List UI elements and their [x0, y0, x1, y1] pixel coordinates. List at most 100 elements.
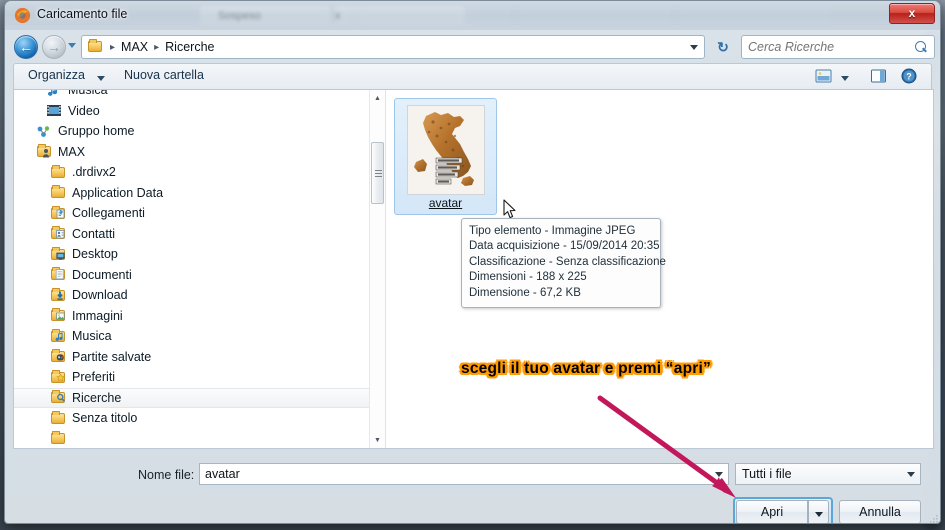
tree-item-label: Ricerche [72, 390, 122, 405]
search-input[interactable] [748, 40, 915, 54]
tree-item-label: Documenti [72, 267, 132, 282]
tree-item-label: Preferiti [72, 370, 116, 385]
tree-item-download[interactable]: Download [14, 285, 370, 306]
navigation-tree[interactable]: Musica Video Gruppo home MAX .drdivx2 Ap… [14, 90, 386, 448]
cancel-button[interactable]: Annulla [839, 500, 921, 523]
tree-item-contatti[interactable]: Contatti [14, 224, 370, 245]
desktop-folder-icon [50, 246, 66, 262]
tree-item-max[interactable]: MAX [14, 142, 370, 163]
search-icon[interactable] [915, 40, 928, 54]
documents-folder-icon [50, 267, 66, 282]
filename-chevron-down-icon[interactable] [715, 472, 723, 477]
favorites-folder-icon [50, 369, 66, 385]
breadcrumb-folder-icon [87, 39, 103, 54]
tree-item-label: Gruppo home [58, 124, 135, 139]
tree-item-label: Application Data [72, 185, 164, 200]
ghost-tab-label: Sospeso [218, 10, 261, 22]
view-icon[interactable] [815, 68, 833, 89]
svg-text:?: ? [906, 72, 912, 82]
tree-item-label: .drdivx2 [72, 165, 116, 180]
tree-item-label: MAX [58, 144, 86, 159]
navigation-bar: ← → ▸ MAX ▸ Ricerche ↻ [5, 31, 940, 63]
organize-chevron-down-icon[interactable] [97, 76, 105, 81]
tree-item-application-data[interactable]: Application Data [14, 183, 370, 204]
tree-item-partial[interactable] [14, 429, 370, 449]
tree-item-immagini[interactable]: Immagini [14, 306, 370, 327]
back-button[interactable]: ← [14, 35, 38, 59]
scroll-up-icon[interactable]: ▲ [370, 90, 385, 106]
tooltip-line-classificazione: Classificazione - Senza classificazione [469, 255, 666, 268]
forward-button[interactable]: → [42, 35, 66, 59]
tooltip-line-tipo: Tipo elemento - Immagine JPEG [469, 225, 636, 237]
tree-item-label: Desktop [72, 247, 118, 262]
organize-button[interactable]: Organizza [28, 68, 85, 82]
tree-item-drdivx2[interactable]: .drdivx2 [14, 162, 370, 183]
tree-item-label: Download [72, 288, 128, 303]
tree-item-label: Musica [72, 329, 112, 344]
annotation-text: scegli il tuo avatar e premi “apri” [461, 360, 711, 377]
tree-item-musica[interactable]: Musica [14, 326, 370, 347]
film-icon [46, 103, 62, 118]
contacts-folder-icon [50, 226, 66, 241]
new-folder-button[interactable]: Nuova cartella [124, 68, 204, 82]
address-chevron-down-icon[interactable] [690, 45, 698, 50]
tree-item-collegamenti[interactable]: Collegamenti [14, 203, 370, 224]
file-list-pane[interactable]: avatar Tipo elemento - Immagine JPEG Dat… [386, 90, 933, 448]
view-chevron-down-icon[interactable] [841, 76, 849, 81]
tree-item-label: Collegamenti [72, 206, 145, 221]
tree-item-label: Video [68, 103, 100, 118]
tree-scrollbar[interactable]: ▲ ▼ [369, 90, 385, 448]
tree-item-partite-salvate[interactable]: Partite salvate [14, 347, 370, 368]
tree-item-label: Contatti [72, 226, 116, 241]
open-button[interactable]: Apri [736, 500, 808, 523]
tooltip-line-dimensioni: Dimensioni - 188 x 225 [469, 271, 587, 284]
tree-item-desktop[interactable]: Desktop [14, 244, 370, 265]
close-button[interactable]: x [889, 3, 935, 24]
resize-grip-icon[interactable] [929, 514, 939, 524]
folder-icon [50, 431, 66, 446]
searches-folder-icon [50, 390, 66, 405]
search-box[interactable] [741, 35, 935, 59]
music-folder-icon [50, 328, 66, 344]
preview-pane-icon[interactable] [870, 68, 888, 89]
filename-label: Nome file: [138, 468, 195, 482]
download-folder-icon [50, 287, 66, 303]
browser-panes: Musica Video Gruppo home MAX .drdivx2 Ap… [13, 89, 934, 449]
breadcrumb-item-max[interactable]: MAX [120, 40, 149, 54]
recent-locations-chevron-icon[interactable] [68, 43, 76, 48]
filename-field[interactable] [199, 463, 729, 485]
user-folder-icon [36, 144, 52, 159]
file-item-avatar[interactable]: avatar [394, 98, 497, 215]
file-type-filter-select[interactable]: Tutti i file [735, 463, 921, 485]
tree-item-documenti[interactable]: Documenti [14, 265, 370, 286]
folder-icon [50, 164, 66, 180]
tree-item-label: Immagini [72, 308, 123, 323]
breadcrumb-separator: ▸ [110, 41, 116, 53]
dialog-bottom-bar: Nome file: Tutti i file Apri Annulla [5, 456, 940, 524]
tree-item-musica-lib[interactable]: Musica [14, 90, 370, 101]
scroll-down-icon[interactable]: ▼ [370, 432, 385, 448]
breadcrumb-separator: ▸ [154, 41, 160, 53]
open-dropdown-button[interactable] [808, 500, 829, 523]
help-icon[interactable]: ? [900, 68, 918, 89]
tree-item-senza-titolo[interactable]: Senza titolo [14, 408, 370, 429]
filename-input[interactable] [205, 467, 728, 481]
pictures-folder-icon [50, 308, 66, 323]
tooltip-line-data: Data acquisizione - 15/09/2014 20:35 [469, 240, 660, 253]
open-chevron-down-icon [814, 512, 823, 517]
tree-item-label: Partite salvate [72, 349, 152, 364]
scrollbar-thumb[interactable] [371, 142, 384, 204]
tree-item-preferiti[interactable]: Preferiti [14, 367, 370, 388]
tree-item-gruppo-home[interactable]: Gruppo home [14, 121, 370, 142]
address-bar[interactable]: ▸ MAX ▸ Ricerche [81, 35, 705, 59]
dialog-title: Caricamento file [37, 7, 128, 21]
file-upload-dialog: Caricamento file Sospeso x x ← → ▸ MAX ▸… [4, 0, 941, 524]
dialog-titlebar: Caricamento file Sospeso x x [5, 1, 940, 31]
tree-item-video[interactable]: Video [14, 101, 370, 122]
refresh-icon[interactable]: ↻ [711, 35, 735, 59]
breadcrumb-item-ricerche[interactable]: Ricerche [164, 40, 215, 54]
tree-item-label: Musica [68, 90, 108, 98]
file-type-chevron-down-icon[interactable] [907, 472, 915, 477]
file-item-label: avatar [428, 196, 463, 210]
tree-item-ricerche[interactable]: Ricerche [14, 387, 370, 408]
